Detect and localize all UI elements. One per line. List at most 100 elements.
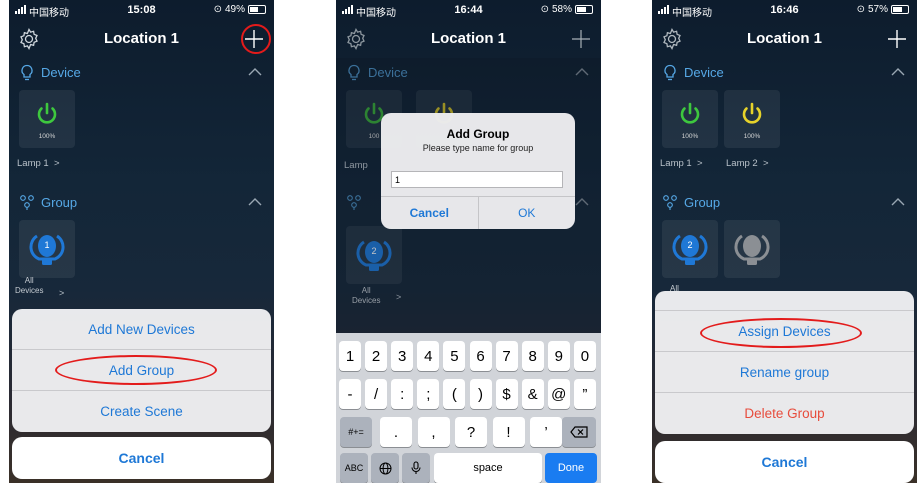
key-symbol-7[interactable]: & [521, 379, 544, 409]
page-title: Location 1 [430, 30, 506, 47]
key-punct-2[interactable]: ? [455, 417, 487, 447]
key-digit-5[interactable]: 6 [469, 341, 492, 371]
device-brightness: 100% [743, 133, 761, 140]
battery-icon [248, 5, 266, 14]
group-name-all-devices[interactable]: All Devices [15, 276, 43, 296]
key-symbol-0[interactable]: - [339, 379, 361, 409]
key-done[interactable]: Done [545, 453, 597, 483]
chevron-up-icon [248, 68, 262, 76]
key-punct-1[interactable]: , [417, 417, 450, 447]
key-digit-7[interactable]: 8 [521, 341, 544, 371]
device-name-lamp-1[interactable]: Lamp 1 > [17, 158, 60, 169]
key-space[interactable]: space [434, 453, 542, 483]
device-section-label: Device [684, 65, 724, 80]
key-symbols[interactable]: #+= [340, 417, 372, 447]
key-abc[interactable]: ABC [340, 453, 368, 483]
dialog-message: Please type name for group [422, 143, 534, 153]
nav-bar: Location 1 [336, 22, 601, 58]
device-tile-lamp-1[interactable]: 100% [19, 90, 75, 148]
nav-bar: Location 1 [652, 22, 917, 58]
group-tile-new-group[interactable] [724, 220, 780, 278]
battery-icon [575, 5, 593, 14]
globe-icon [379, 462, 391, 474]
key-symbol-2[interactable]: : [391, 379, 414, 409]
key-digit-0[interactable]: 1 [339, 341, 361, 371]
device-tile-lamp-1[interactable]: 100% [662, 90, 718, 148]
group-name-input[interactable] [391, 171, 563, 188]
key-dictation[interactable] [402, 453, 430, 483]
device-tile-lamp-2[interactable]: 100% [724, 90, 780, 148]
device-section-header[interactable]: Device [652, 58, 917, 88]
key-digit-8[interactable]: 9 [547, 341, 570, 371]
key-digit-3[interactable]: 4 [417, 341, 440, 371]
phone-screen-add-group-dialog: 中国移动 16:44 ⊙ 58% Location 1 Device 100 La… [336, 0, 601, 483]
dialog-title: Add Group [446, 127, 510, 141]
chevron-up-icon [891, 198, 905, 206]
group-section-header[interactable]: Group [9, 188, 274, 218]
dialog-ok-button[interactable]: OK [479, 197, 576, 229]
key-punct-3[interactable]: ! [492, 417, 525, 447]
alarm-icon: ⊙ [856, 4, 865, 15]
device-brightness: 100% [38, 133, 56, 140]
device-brightness: 100% [681, 133, 699, 140]
phone-screen-add-group-menu: 中国移动 15:08 ⊙ 49% Location 1 Device 100% L… [9, 0, 274, 483]
group-icon [20, 195, 34, 210]
key-symbol-6[interactable]: $ [495, 379, 518, 409]
rename-group-option[interactable]: Rename group [655, 352, 914, 393]
key-digit-6[interactable]: 7 [495, 341, 518, 371]
cancel-button[interactable]: Cancel [12, 437, 271, 479]
group-action-sheet: Assign Devices Rename group Delete Group [655, 291, 914, 434]
nav-bar: Location 1 [9, 22, 274, 58]
key-digit-9[interactable]: 0 [573, 341, 596, 371]
bulb-outline-icon [21, 64, 33, 81]
page-title: Location 1 [103, 30, 179, 47]
group-tile-all-devices[interactable]: 1 [19, 220, 75, 278]
key-symbol-3[interactable]: ; [417, 379, 440, 409]
assign-devices-option[interactable]: Assign Devices [655, 311, 914, 352]
action-sheet-header [655, 291, 914, 311]
key-globe[interactable] [371, 453, 399, 483]
delete-group-option[interactable]: Delete Group [655, 393, 914, 434]
device-name-lamp-2[interactable]: Lamp 2 > [726, 158, 769, 169]
key-backspace[interactable] [562, 417, 596, 447]
chevron-up-icon [248, 198, 262, 206]
page-title: Location 1 [746, 30, 822, 47]
key-punct-4[interactable]: ’ [530, 417, 562, 447]
add-group-dialog: Add Group Please type name for group Can… [381, 113, 575, 229]
group-section-label: Group [41, 195, 78, 210]
device-name-lamp-1[interactable]: Lamp 1 > [660, 158, 703, 169]
power-icon [680, 102, 700, 124]
battery-percent: 57% [867, 4, 888, 15]
create-scene-option[interactable]: Create Scene [12, 391, 271, 432]
group-section-label: Group [684, 195, 721, 210]
group-tile-all-devices[interactable]: 2 [662, 220, 718, 278]
key-punct-0[interactable]: . [380, 417, 412, 447]
key-digit-2[interactable]: 3 [391, 341, 414, 371]
action-sheet: Add New Devices Add Group Create Scene [12, 309, 271, 432]
key-symbol-5[interactable]: ) [469, 379, 492, 409]
group-icon [663, 195, 677, 210]
add-group-option[interactable]: Add Group [12, 350, 271, 391]
key-symbol-1[interactable]: / [365, 379, 388, 409]
highlight-circle-plus [241, 24, 271, 54]
plus-icon[interactable] [569, 27, 593, 51]
plus-icon[interactable] [885, 27, 909, 51]
key-symbol-8[interactable]: @ [547, 379, 570, 409]
power-icon [37, 102, 57, 124]
dialog-cancel-button[interactable]: Cancel [381, 197, 479, 229]
key-digit-1[interactable]: 2 [365, 341, 388, 371]
status-bar: 中国移动 16:46 ⊙ 57% [652, 0, 917, 22]
phone-screen-group-options: 中国移动 16:46 ⊙ 57% Location 1 Device 100% 1… [652, 0, 917, 483]
cancel-button[interactable]: Cancel [655, 441, 914, 483]
power-icon [742, 102, 762, 124]
add-new-devices-option[interactable]: Add New Devices [12, 309, 271, 350]
status-bar: 中国移动 15:08 ⊙ 49% [9, 0, 274, 22]
chevron-up-icon [891, 68, 905, 76]
key-symbol-9[interactable]: ” [573, 379, 596, 409]
microphone-icon [411, 461, 421, 474]
group-section-header[interactable]: Group [652, 188, 917, 218]
device-section-header[interactable]: Device [9, 58, 274, 88]
key-symbol-4[interactable]: ( [443, 379, 466, 409]
key-digit-4[interactable]: 5 [443, 341, 466, 371]
group-chevron[interactable]: > [59, 288, 64, 298]
